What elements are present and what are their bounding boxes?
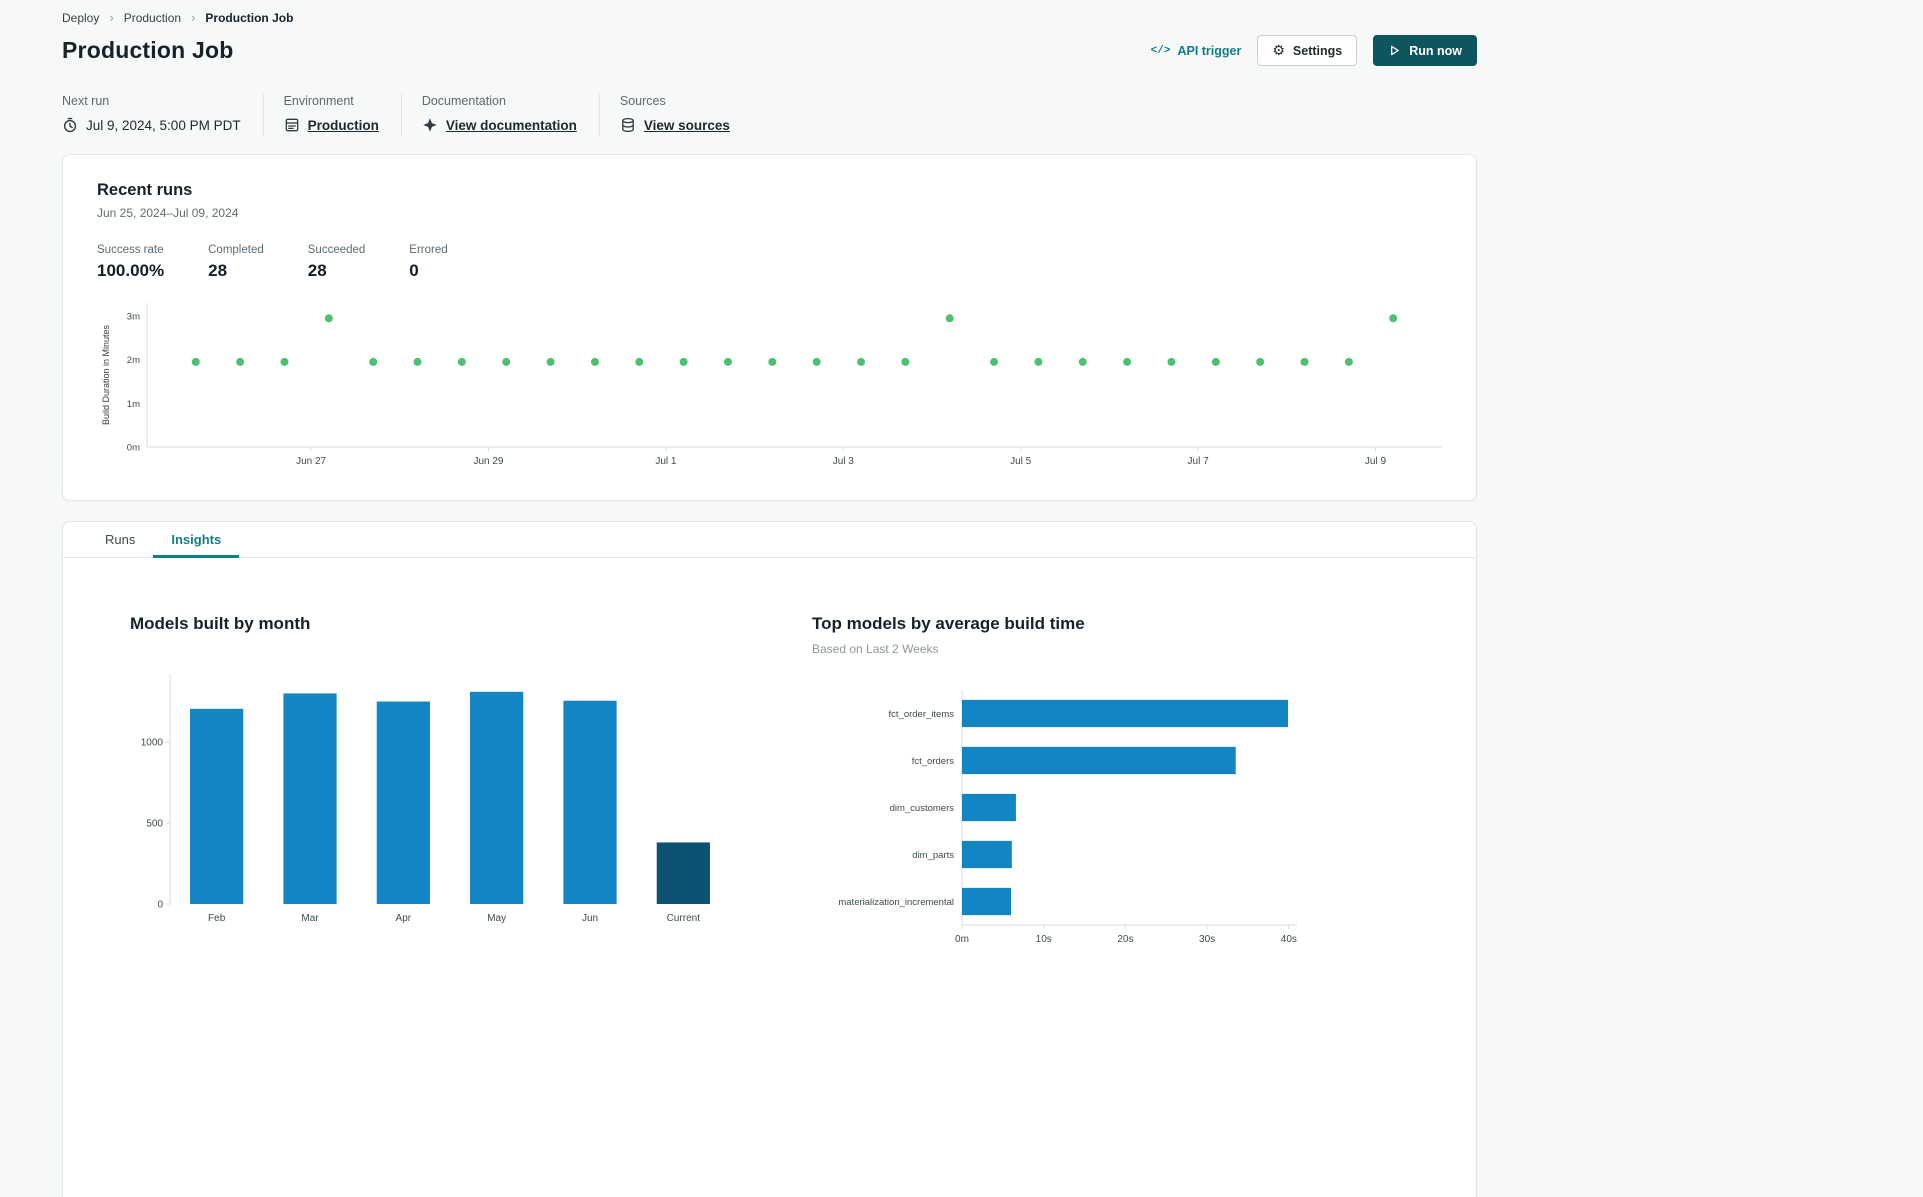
settings-label: Settings — [1292, 43, 1343, 58]
stat-errored: Errored 0 — [409, 244, 448, 280]
svg-text:Jul 3: Jul 3 — [833, 456, 855, 467]
svg-text:materialization_incremental: materialization_incremental — [838, 897, 954, 908]
database-icon — [622, 117, 634, 133]
tab-insights[interactable]: Insights — [153, 522, 240, 558]
svg-text:10s: 10s — [1036, 934, 1052, 945]
stat-succeeded: Succeeded 28 — [307, 244, 366, 280]
svg-text:Jun: Jun — [582, 913, 598, 924]
documentation-info: Documentation View documentation — [422, 94, 599, 133]
breadcrumb-production[interactable]: Production — [124, 11, 181, 25]
breadcrumb-deploy[interactable]: Deploy — [62, 11, 99, 25]
page-title: Production Job — [62, 37, 234, 63]
environment-info: Environment Production — [284, 94, 401, 133]
next-run-value: Jul 9, 2024, 5:00 PM PDT — [86, 117, 241, 133]
api-trigger-label: API trigger — [1177, 43, 1242, 58]
tab-bar: Runs Insights — [63, 522, 1476, 558]
docs-icon — [423, 118, 437, 132]
recent-runs-title: Recent runs — [97, 181, 193, 199]
svg-text:3m: 3m — [127, 312, 140, 323]
sources-label: Sources — [619, 94, 666, 108]
insights-panel: Models built by month 0 500 1000 Feb Mar Apr M… — [63, 558, 1476, 1006]
svg-text:40s: 40s — [1281, 934, 1297, 945]
svg-text:30s: 30s — [1199, 934, 1215, 945]
run-now-label: Run now — [1409, 43, 1462, 58]
documentation-value: View documentation — [445, 117, 577, 133]
svg-text:May: May — [487, 913, 506, 924]
view-documentation-link[interactable]: View documentation — [422, 117, 577, 133]
svg-text:500: 500 — [146, 819, 163, 830]
next-run-label: Next run — [62, 94, 110, 108]
divider — [598, 94, 600, 136]
job-info-strip: Next run Jul 9, 2024, 5:00 PM PDT Enviro… — [62, 94, 1477, 136]
api-trigger-link[interactable]: </> API trigger — [1151, 44, 1242, 58]
svg-text:Apr: Apr — [396, 913, 412, 924]
divider — [262, 94, 264, 136]
recent-runs-date-range: Jun 25, 2024–Jul 09, 2024 — [97, 206, 239, 220]
production-job-page: Deploy › Production › Production Job Pro… — [0, 0, 1923, 1197]
breadcrumb-separator: › — [191, 10, 196, 25]
svg-text:Jul 9: Jul 9 — [1365, 456, 1387, 467]
top-models-subtitle: Based on Last 2 Weeks — [812, 642, 939, 656]
run-now-button[interactable]: Run now — [1373, 35, 1477, 66]
top-models-figure: Top models by average build time Based o… — [812, 614, 1452, 966]
job-detail-card: Runs Insights Models built by month 0 500… — [62, 521, 1477, 1197]
breadcrumb-separator: › — [109, 10, 114, 25]
code-icon: </> — [1150, 44, 1171, 57]
svg-text:1000: 1000 — [141, 738, 164, 749]
breadcrumb: Deploy › Production › Production Job — [62, 10, 1477, 25]
sources-info: Sources View sources — [620, 94, 752, 133]
stat-completed: Completed 28 — [208, 244, 264, 280]
svg-text:Feb: Feb — [208, 913, 226, 924]
next-run-info: Next run Jul 9, 2024, 5:00 PM PDT — [62, 94, 263, 133]
environment-icon — [285, 118, 298, 132]
models-built-title: Models built by month — [130, 614, 311, 633]
breadcrumb-production-job: Production Job — [205, 10, 294, 25]
models-built-figure: Models built by month 0 500 1000 Feb Mar Apr M… — [130, 614, 750, 966]
recent-runs-stats: Success rate 100.00% Completed 28 Succee… — [97, 244, 1442, 281]
settings-button[interactable]: ⚙ Settings — [1257, 35, 1358, 66]
svg-text:Current: Current — [667, 913, 701, 924]
svg-text:Build Duration in Minutes: Build Duration in Minutes — [101, 324, 111, 425]
environment-label: Environment — [283, 94, 354, 108]
svg-text:0m: 0m — [955, 934, 969, 945]
documentation-label: Documentation — [421, 94, 506, 108]
stat-success-rate: Success rate 100.00% — [97, 244, 165, 280]
sources-value: View sources — [643, 117, 730, 133]
svg-text:0m: 0m — [127, 443, 140, 454]
environment-value: Production — [307, 117, 379, 133]
top-models-title: Top models by average build time — [812, 614, 1085, 633]
play-icon — [1391, 45, 1400, 56]
svg-text:2m: 2m — [127, 355, 140, 366]
recent-runs-card: Recent runs Jun 25, 2024–Jul 09, 2024 Su… — [62, 154, 1477, 501]
svg-text:20s: 20s — [1117, 934, 1133, 945]
svg-text:dim_parts: dim_parts — [912, 850, 954, 861]
svg-text:fct_order_items: fct_order_items — [889, 709, 955, 720]
recent-runs-duration-chart[interactable]: 0m 1m 2m 3m Jun 27 Jun 29 Jul 1 Jul 3 Jul 5 Jul 7… — [97, 295, 1444, 477]
header-actions: </> API trigger ⚙ Settings Run now — [1151, 35, 1477, 66]
svg-text:Jun 27: Jun 27 — [296, 456, 326, 467]
svg-text:Jul 1: Jul 1 — [655, 456, 677, 467]
svg-text:0: 0 — [157, 900, 163, 911]
svg-text:dim_customers: dim_customers — [890, 803, 955, 814]
page-header: Production Job </> API trigger ⚙ Setting… — [62, 35, 1477, 66]
svg-text:Mar: Mar — [301, 913, 319, 924]
svg-text:1m: 1m — [127, 399, 140, 410]
gear-icon: ⚙ — [1272, 42, 1285, 59]
svg-text:fct_orders: fct_orders — [912, 756, 954, 767]
environment-link[interactable]: Production — [284, 117, 379, 133]
top-models-chart: 0m 10s 20s 30s 40s fct_order_items fct_ordersd… — [838, 690, 1297, 945]
svg-text:Jul 7: Jul 7 — [1188, 456, 1210, 467]
view-sources-link[interactable]: View sources — [620, 117, 730, 133]
tab-runs[interactable]: Runs — [87, 522, 153, 558]
svg-text:Jun 29: Jun 29 — [473, 456, 503, 467]
svg-text:Jul 5: Jul 5 — [1010, 456, 1032, 467]
next-run-value-row: Jul 9, 2024, 5:00 PM PDT — [62, 117, 241, 133]
clock-icon — [63, 117, 77, 133]
divider — [400, 94, 402, 136]
models-built-chart: 0 500 1000 Feb Mar Apr May Jun Current — [141, 674, 710, 924]
